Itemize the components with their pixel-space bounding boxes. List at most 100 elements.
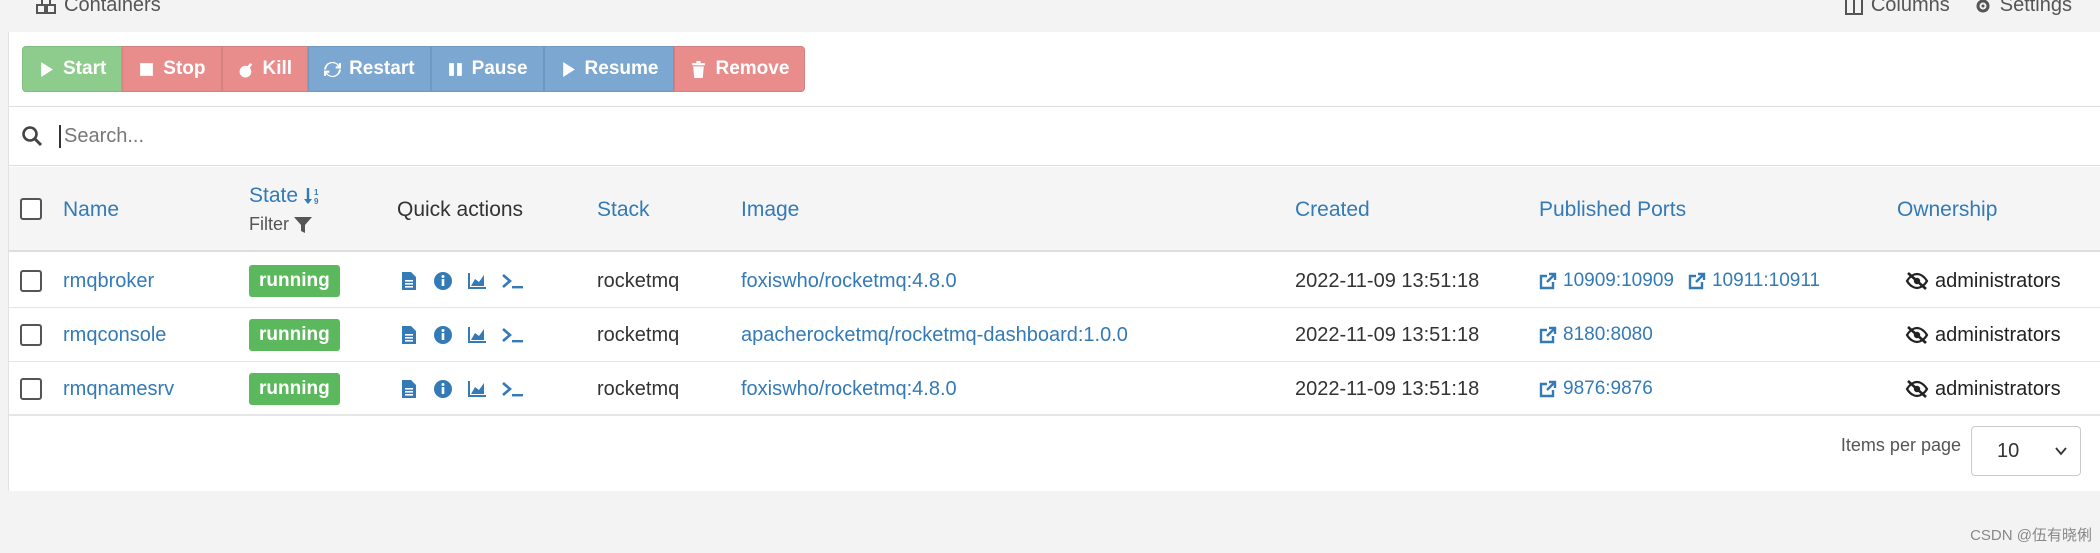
table-row: rmqnamesrv running rocketmq foxiswho/roc… [9, 362, 2100, 416]
logs-icon[interactable] [399, 271, 419, 291]
settings-button[interactable]: Settings [1974, 0, 2072, 17]
stats-icon[interactable] [467, 379, 487, 399]
header-ownership[interactable]: Ownership [1897, 167, 1997, 252]
svg-text:1: 1 [314, 188, 319, 197]
eye-slash-icon [1905, 380, 1929, 398]
bomb-icon [239, 62, 252, 77]
state-filter[interactable]: Filter [249, 214, 313, 235]
play-icon [562, 61, 575, 77]
pause-label: Pause [471, 58, 528, 79]
watermark: CSDN @伍有晓俐 [1970, 527, 2092, 544]
published-ports: 8180:8080 [1539, 308, 1653, 362]
sort-icon: 19 [304, 188, 319, 206]
console-icon[interactable] [501, 271, 525, 291]
console-icon[interactable] [501, 379, 525, 399]
search-bar [9, 106, 2100, 166]
pause-button[interactable]: Pause [430, 46, 544, 92]
port-label: 8180:8080 [1563, 324, 1653, 345]
created-value: 2022-11-09 13:51:18 [1295, 269, 1480, 292]
container-name-link[interactable]: rmqbroker [63, 254, 154, 308]
restart-button[interactable]: Restart [308, 46, 431, 92]
port-link[interactable]: 10911:10911 [1688, 270, 1820, 292]
search-input[interactable] [59, 124, 1259, 148]
info-icon[interactable] [433, 379, 453, 399]
image-link[interactable]: foxiswho/rocketmq:4.8.0 [741, 254, 957, 308]
state-sort[interactable]: State 19 [249, 184, 322, 208]
header-created-label: Created [1295, 197, 1370, 221]
image-link[interactable]: foxiswho/rocketmq:4.8.0 [741, 362, 957, 416]
container-name-link[interactable]: rmqnamesrv [63, 362, 174, 416]
console-icon[interactable] [501, 325, 525, 345]
info-icon[interactable] [433, 271, 453, 291]
resume-button[interactable]: Resume [543, 46, 675, 92]
filter-icon [294, 216, 312, 233]
external-link-icon [1539, 326, 1557, 344]
start-button[interactable]: Start [22, 46, 123, 92]
action-toolbar: Start Stop Kill Restart Pause Resume Rem… [22, 46, 806, 92]
table-row: rmqconsole running rocketmq apacherocket… [9, 308, 2100, 362]
info-icon[interactable] [433, 325, 453, 345]
cubes-icon [36, 0, 56, 14]
refresh-icon [324, 61, 342, 77]
eye-slash-icon [1905, 326, 1929, 344]
ownership: administrators [1905, 362, 2061, 416]
row-checkbox[interactable] [20, 324, 42, 346]
port-label: 10909:10909 [1563, 270, 1674, 291]
remove-button[interactable]: Remove [674, 46, 806, 92]
header-image[interactable]: Image [741, 167, 799, 252]
port-link[interactable]: 8180:8080 [1539, 324, 1653, 346]
stack-value: rocketmq [597, 323, 680, 346]
row-checkbox[interactable] [20, 378, 42, 400]
quick-actions [399, 254, 525, 308]
containers-panel: Start Stop Kill Restart Pause Resume Rem… [8, 32, 2100, 491]
container-name-link[interactable]: rmqconsole [63, 308, 166, 362]
ownership: administrators [1905, 308, 2061, 362]
panel-title: Containers [36, 0, 161, 17]
columns-icon [1844, 0, 1863, 15]
kill-label: Kill [262, 58, 293, 79]
kill-button[interactable]: Kill [221, 46, 309, 92]
columns-button[interactable]: Columns [1844, 0, 1950, 17]
published-ports: 10909:10909 10911:10911 [1539, 254, 1820, 308]
items-per-page-value: 10 [1997, 439, 2020, 462]
items-per-page-select[interactable]: 10 [1971, 426, 2081, 476]
select-all-checkbox[interactable] [20, 198, 42, 220]
eye-slash-icon [1905, 272, 1929, 290]
published-ports: 9876:9876 [1539, 362, 1653, 416]
search-icon [22, 126, 43, 147]
logs-icon[interactable] [399, 325, 419, 345]
ownership-label: administrators [1935, 323, 2061, 346]
quick-actions [399, 362, 525, 416]
image-link[interactable]: apacherocketmq/rocketmq-dashboard:1.0.0 [741, 308, 1128, 362]
port-link[interactable]: 9876:9876 [1539, 378, 1653, 400]
gear-icon [1976, 0, 1990, 12]
start-label: Start [63, 58, 107, 79]
ownership-label: administrators [1935, 269, 2061, 292]
stats-icon[interactable] [467, 325, 487, 345]
header-stack-label: Stack [597, 197, 650, 221]
header-created[interactable]: Created [1295, 167, 1370, 252]
logs-icon[interactable] [399, 379, 419, 399]
stop-label: Stop [163, 58, 206, 79]
header-state-label: State [249, 184, 299, 207]
stop-button[interactable]: Stop [122, 46, 222, 92]
header-published-ports[interactable]: Published Ports [1539, 167, 1686, 252]
header-image-label: Image [741, 197, 800, 221]
panel-title-text: Containers [64, 0, 161, 16]
port-link[interactable]: 10909:10909 [1539, 270, 1674, 292]
ownership: administrators [1905, 254, 2061, 308]
quick-actions [399, 308, 525, 362]
header-name[interactable]: Name [63, 167, 119, 252]
stats-icon[interactable] [467, 271, 487, 291]
row-checkbox[interactable] [20, 270, 42, 292]
stop-icon [140, 62, 154, 76]
external-link-icon [1688, 272, 1706, 290]
table-row: rmqbroker running rocketmq foxiswho/rock… [9, 254, 2100, 308]
header-stack[interactable]: Stack [597, 167, 650, 252]
settings-label: Settings [1999, 0, 2072, 16]
remove-label: Remove [715, 58, 790, 79]
status-badge: running [249, 265, 340, 297]
stack-value: rocketmq [597, 269, 680, 292]
external-link-icon [1539, 380, 1557, 398]
pause-icon [448, 62, 462, 76]
